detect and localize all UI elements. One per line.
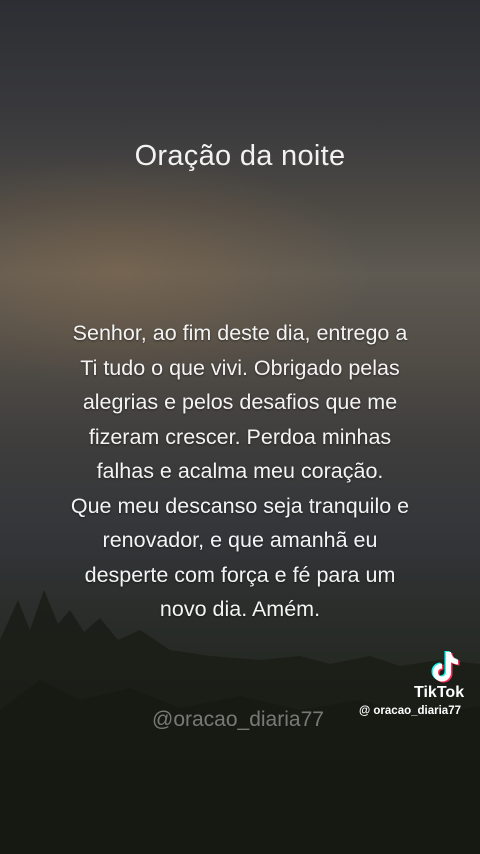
prayer-line: alegrias e pelos desafios que me [82,390,398,414]
prayer-line: Ti tudo o que vivi. Obrigado pelas [80,355,400,380]
prayer-line: fizeram crescer. Perdoa minhas [88,424,392,449]
tiktok-username: @ oracao_diaria77 [359,705,461,717]
tiktok-brand-label: TikTok [414,684,465,701]
prayer-text: Senhor, ao fim deste dia, entrego a Ti t… [40,316,440,627]
prayer-line: Senhor, ao fim deste dia, entrego a [72,321,408,345]
prayer-line: falhas e acalma meu coração. [96,459,384,483]
prayer-line: renovador, e que amanhã eu [102,528,378,552]
prayer-line: Que meu descanso seja tranquilo e [70,493,410,518]
prayer-line: desperte com força e fé para um [84,562,396,587]
page-title: Oração da noite [134,140,346,172]
author-watermark: @oracao_diaria77 [152,708,324,731]
prayer-line: novo dia. Amém. [159,597,321,621]
tiktok-note-icon [431,651,460,683]
